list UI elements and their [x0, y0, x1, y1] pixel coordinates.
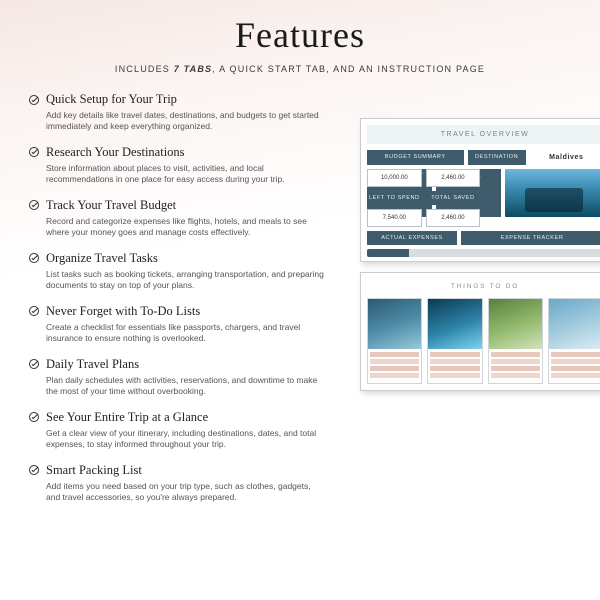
things-header: THINGS TO DO: [367, 279, 600, 298]
card-image: [368, 299, 421, 349]
subtitle: INCLUDES 7 TABS, A QUICK START TAB, AND …: [0, 64, 600, 74]
check-icon: [28, 411, 40, 423]
thing-card: [488, 298, 543, 384]
feature-desc: Add items you need based on your trip ty…: [46, 481, 326, 504]
feature-desc: Create a checklist for essentials like p…: [46, 322, 326, 345]
destination-chip: DESTINATION: [468, 150, 526, 165]
feature-title: Never Forget with To-Do Lists: [46, 304, 200, 319]
subtitle-pre: INCLUDES: [115, 64, 174, 74]
feature-item: Quick Setup for Your Trip Add key details…: [28, 92, 355, 133]
feature-title: Daily Travel Plans: [46, 357, 139, 372]
check-icon: [28, 94, 40, 106]
feature-title: Research Your Destinations: [46, 145, 185, 160]
check-icon: [28, 199, 40, 211]
subtitle-bold: 7 TABS: [174, 64, 213, 74]
check-icon: [28, 305, 40, 317]
feature-title: See Your Entire Trip at a Glance: [46, 410, 208, 425]
card-image: [549, 299, 600, 349]
feature-item: Organize Travel Tasks List tasks such as …: [28, 251, 355, 292]
feature-desc: Store information about places to visit,…: [46, 163, 326, 186]
feature-item: Never Forget with To-Do Lists Create a ch…: [28, 304, 355, 345]
feature-desc: Get a clear view of your itinerary, incl…: [46, 428, 326, 451]
feature-title: Smart Packing List: [46, 463, 142, 478]
features-list: Quick Setup for Your Trip Add key details…: [0, 92, 355, 504]
total-saved-chip: TOTAL SAVED: [426, 191, 481, 205]
budget-summary-chip: BUDGET SUMMARY: [367, 150, 464, 165]
feature-title: Track Your Travel Budget: [46, 198, 176, 213]
expense-bar: [367, 249, 600, 257]
thing-card: [367, 298, 422, 384]
destination-value: Maldives: [530, 150, 600, 165]
feature-desc: Plan daily schedules with activities, re…: [46, 375, 326, 398]
feature-item: Smart Packing List Add items you need bas…: [28, 463, 355, 504]
page-title: Features: [0, 0, 600, 56]
feature-desc: Add key details like travel dates, desti…: [46, 110, 326, 133]
left-value: 7,540.00: [367, 209, 422, 227]
mock-screenshots: TRAVEL OVERVIEW BUDGET SUMMARY DESTINATI…: [360, 118, 600, 401]
feature-item: Research Your Destinations Store informat…: [28, 145, 355, 186]
check-icon: [28, 146, 40, 158]
feature-item: Track Your Travel Budget Record and categ…: [28, 198, 355, 239]
feature-title: Quick Setup for Your Trip: [46, 92, 177, 107]
total-budget-value: 10,000.00: [367, 169, 422, 187]
check-icon: [28, 252, 40, 264]
overview-panel: TRAVEL OVERVIEW BUDGET SUMMARY DESTINATI…: [360, 118, 600, 262]
feature-item: See Your Entire Trip at a Glance Get a cl…: [28, 410, 355, 451]
thing-card: [427, 298, 482, 384]
card-image: [428, 299, 481, 349]
check-icon: [28, 358, 40, 370]
feature-desc: Record and categorize expenses like flig…: [46, 216, 326, 239]
feature-title: Organize Travel Tasks: [46, 251, 158, 266]
thing-card: [548, 298, 600, 384]
card-image: [489, 299, 542, 349]
things-panel: THINGS TO DO: [360, 272, 600, 391]
subtitle-post: , A QUICK START TAB, AND AN INSTRUCTION …: [212, 64, 485, 74]
actual-expenses-chip: ACTUAL EXPENSES: [367, 231, 457, 245]
feature-desc: List tasks such as booking tickets, arra…: [46, 269, 326, 292]
check-icon: [28, 464, 40, 476]
photo-thumb: [505, 169, 600, 217]
expense-tracker-chip: EXPENSE TRACKER: [461, 231, 600, 245]
overview-header: TRAVEL OVERVIEW: [367, 125, 600, 144]
actual-value: 2,460.00: [426, 169, 481, 187]
feature-item: Daily Travel Plans Plan daily schedules w…: [28, 357, 355, 398]
left-to-spend-chip: LEFT TO SPEND: [367, 191, 422, 205]
saved-value: 2,460.00: [426, 209, 481, 227]
